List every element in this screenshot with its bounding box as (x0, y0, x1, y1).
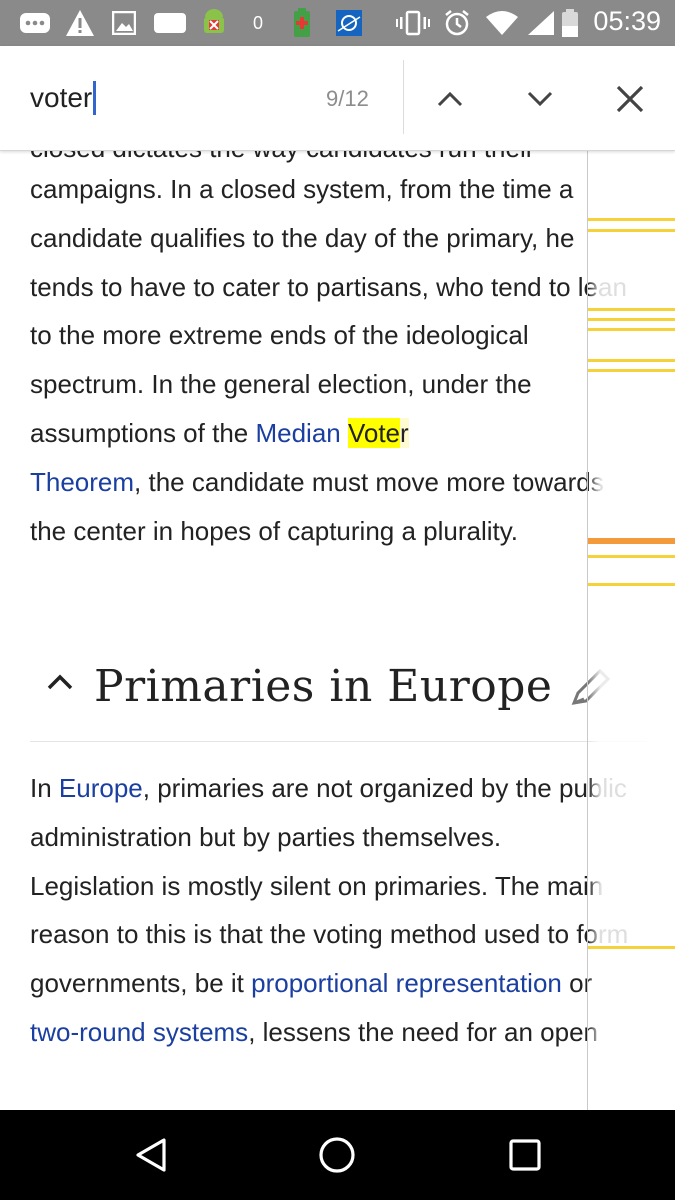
signal-icon (526, 8, 556, 38)
match-marker[interactable] (588, 308, 675, 311)
match-highlight-tail: r (400, 417, 409, 448)
navigation-bar (0, 1110, 675, 1200)
match-count: 9/12 (326, 86, 369, 111)
more-icon (18, 8, 52, 38)
chevron-up-icon (437, 91, 463, 107)
match-marker[interactable] (588, 328, 675, 331)
battery-icon (560, 8, 580, 38)
link-two-round-systems[interactable]: two-round systems (30, 1017, 248, 1047)
link-proportional-representation[interactable]: proportional representation (251, 968, 562, 998)
match-marker[interactable] (588, 583, 675, 586)
clock: 05:39 (593, 6, 661, 36)
link-median[interactable]: Median (255, 418, 348, 448)
paragraph-europe: In Europe, primaries are not organized b… (30, 764, 630, 1057)
message-icon (152, 8, 188, 38)
home-icon (319, 1137, 355, 1173)
paragraph-primaries: campaigns. In a closed system, from the … (30, 165, 630, 555)
article-content[interactable]: closed dictates the way candidates run t… (0, 150, 675, 1110)
paragraph-text: , lessens the need for an open (248, 1016, 598, 1047)
match-highlight-active: Vote (347, 417, 401, 448)
chevron-down-icon (527, 91, 553, 107)
previous-match-button[interactable] (425, 74, 475, 124)
paragraph-text: , primaries are not organized by the pub… (30, 773, 629, 999)
match-marker[interactable] (588, 359, 675, 362)
link-europe[interactable]: Europe (59, 773, 143, 803)
find-input[interactable]: voter (30, 80, 97, 116)
android-debug-icon (198, 8, 230, 38)
match-marker[interactable] (588, 946, 675, 949)
collapse-section-button[interactable] (46, 673, 74, 696)
image-icon (110, 8, 138, 38)
recents-icon (509, 1139, 541, 1171)
section-header[interactable]: Primaries in Europe (30, 655, 647, 742)
section-title: Primaries in Europe (94, 661, 553, 712)
back-icon (136, 1138, 166, 1172)
paragraph-text: campaigns. In a closed system, from the … (30, 174, 627, 448)
match-marker[interactable] (588, 555, 675, 558)
vibrate-icon (396, 8, 430, 38)
find-query: voter (30, 82, 93, 113)
alarm-icon (442, 8, 472, 38)
match-marker[interactable] (588, 369, 675, 372)
close-find-button[interactable] (605, 74, 655, 124)
paragraph-text: In (30, 773, 59, 803)
match-marker-active[interactable] (588, 538, 675, 544)
match-marker[interactable] (588, 318, 675, 321)
match-marker[interactable] (588, 218, 675, 221)
find-in-page-bar: voter 9/12 (0, 46, 675, 151)
status-bar: 0 05:39 (0, 0, 675, 46)
warning-icon (64, 8, 96, 38)
link-theorem-text: Theorem (30, 466, 135, 497)
next-match-button[interactable] (515, 74, 565, 124)
close-icon (616, 85, 644, 113)
news-icon (334, 8, 364, 38)
zero-badge: 0 (252, 12, 263, 33)
back-button[interactable] (126, 1130, 176, 1180)
divider (403, 60, 404, 134)
match-marker[interactable] (588, 229, 675, 232)
wifi-icon (484, 8, 520, 38)
recents-button[interactable] (500, 1130, 550, 1180)
match-scroll-markers[interactable] (588, 150, 675, 1110)
chevron-up-icon (47, 674, 73, 690)
battery-saver-icon (290, 8, 314, 38)
home-button[interactable] (312, 1130, 362, 1180)
text-caret (93, 81, 97, 115)
